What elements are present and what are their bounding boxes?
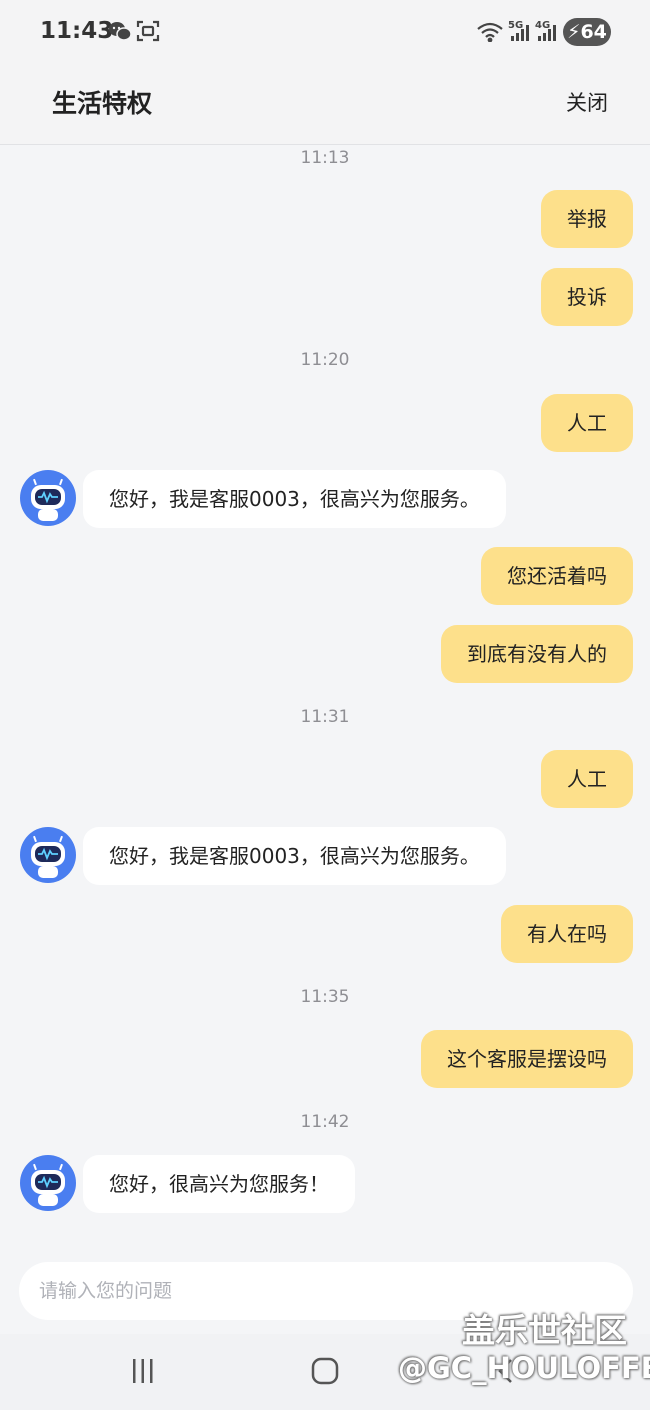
signal-4g-icon bbox=[537, 24, 557, 47]
message-timestamp: 11:35 bbox=[300, 987, 350, 1007]
incoming-message[interactable]: 您好，我是客服0003，很高兴为您服务。 bbox=[83, 827, 506, 885]
outgoing-message[interactable]: 人工 bbox=[541, 750, 633, 808]
message-timestamp: 11:42 bbox=[300, 1112, 350, 1132]
status-bar: 11:43 5G 4G ⚡64 bbox=[0, 0, 650, 62]
bot-avatar bbox=[20, 827, 76, 883]
outgoing-message[interactable]: 有人在吗 bbox=[501, 905, 633, 963]
system-nav-bar bbox=[0, 1334, 650, 1410]
bot-avatar bbox=[20, 470, 76, 526]
bot-avatar bbox=[20, 1155, 76, 1211]
signal-5g-icon bbox=[510, 24, 530, 47]
outgoing-message[interactable]: 您还活着吗 bbox=[481, 547, 633, 605]
battery-level: 64 bbox=[580, 21, 607, 43]
outgoing-message[interactable]: 举报 bbox=[541, 190, 633, 248]
status-time: 11:43 bbox=[40, 18, 114, 44]
incoming-message[interactable]: 您好，很高兴为您服务！ bbox=[83, 1155, 355, 1213]
message-timestamp: 11:20 bbox=[300, 350, 350, 370]
outgoing-message[interactable]: 这个客服是摆设吗 bbox=[421, 1030, 633, 1088]
close-button[interactable]: 关闭 bbox=[566, 87, 608, 117]
wifi-icon bbox=[476, 22, 504, 47]
home-icon[interactable] bbox=[311, 1357, 339, 1390]
outgoing-message[interactable]: 人工 bbox=[541, 394, 633, 452]
charging-icon: ⚡ bbox=[567, 21, 581, 43]
battery-indicator: ⚡64 bbox=[563, 18, 611, 46]
incoming-message[interactable]: 您好，我是客服0003，很高兴为您服务。 bbox=[83, 470, 506, 528]
header: 生活特权 关闭 bbox=[0, 62, 650, 145]
screenshot-icon bbox=[136, 20, 160, 47]
outgoing-message[interactable]: 投诉 bbox=[541, 268, 633, 326]
question-input[interactable] bbox=[19, 1262, 633, 1320]
back-icon[interactable] bbox=[496, 1358, 516, 1389]
message-timestamp: 11:13 bbox=[300, 148, 350, 168]
wechat-icon bbox=[108, 20, 132, 47]
page-title: 生活特权 bbox=[52, 89, 153, 118]
recent-apps-icon[interactable] bbox=[131, 1358, 155, 1389]
outgoing-message[interactable]: 到底有没有人的 bbox=[441, 625, 633, 683]
chat-area[interactable]: 11:13 举报 投诉 11:20 人工 您好，我是客服0003，很高兴为您服务… bbox=[0, 146, 650, 1246]
message-timestamp: 11:31 bbox=[300, 707, 350, 727]
